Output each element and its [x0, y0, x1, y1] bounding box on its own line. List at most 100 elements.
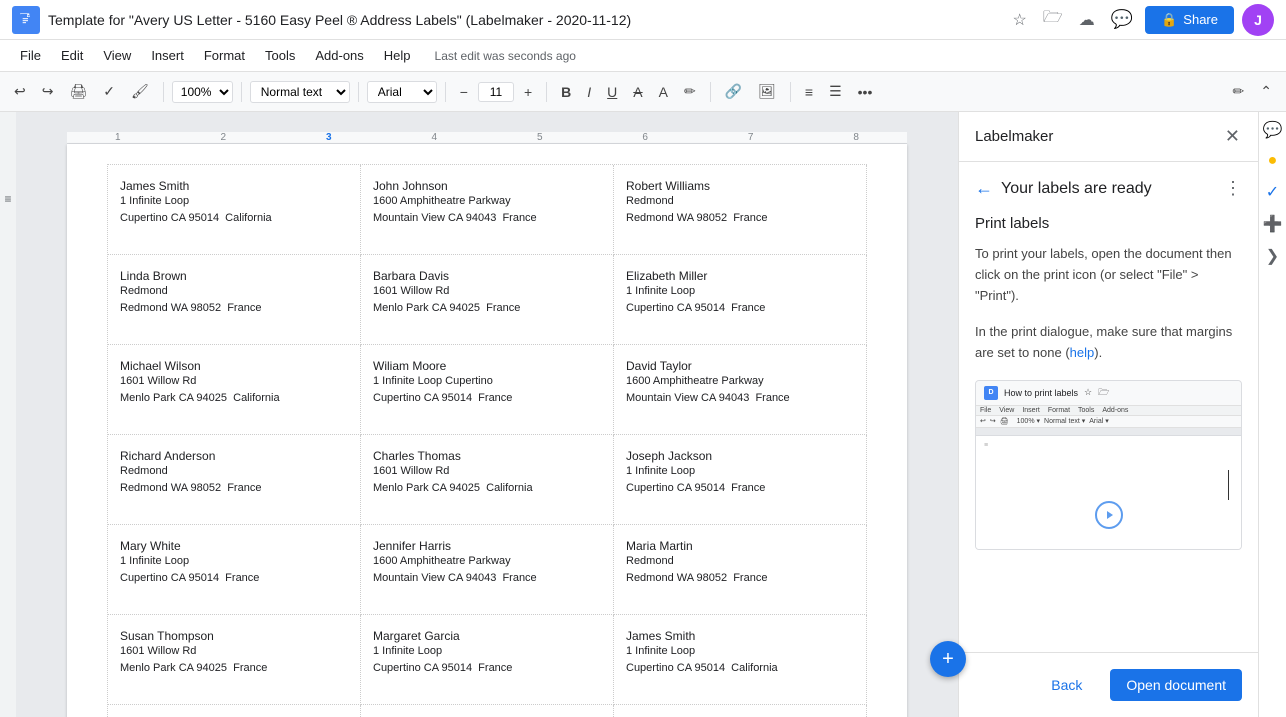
print-desc-1: To print your labels, open the document … [975, 244, 1242, 306]
strikethrough-button[interactable]: A [627, 80, 648, 104]
doc-title: Template for "Avery US Letter - 5160 Eas… [48, 12, 1001, 28]
menu-view[interactable]: View [95, 44, 139, 67]
labelmaker-panel: Labelmaker ✕ ← Your labels are ready ⋮ P… [959, 112, 1258, 717]
separator-5 [546, 82, 547, 102]
add-section-icon[interactable]: ➕ [1263, 214, 1283, 234]
preview-content: ≡ [976, 436, 1241, 549]
side-panel: Labelmaker ✕ ← Your labels are ready ⋮ P… [958, 112, 1258, 717]
print-section: Print labels To print your labels, open … [975, 215, 1242, 364]
label-cell: Charles Thomas 1601 Willow RdMenlo Park … [361, 435, 614, 525]
expand-button[interactable]: ⌃ [1254, 79, 1278, 104]
star-icon[interactable]: ☆ [1009, 6, 1031, 34]
italic-button[interactable]: I [581, 80, 597, 104]
main-content: ≡ 1 2 3 4 5 6 7 8 James Smith 1 Infinite [0, 112, 1286, 717]
menu-help[interactable]: Help [376, 44, 419, 67]
preview-ruler [976, 428, 1241, 436]
list-button[interactable]: ☰ [823, 79, 848, 104]
panel-body: ← Your labels are ready ⋮ Print labels T… [959, 162, 1258, 652]
bold-button[interactable]: B [555, 80, 577, 104]
more-button[interactable]: ••• [852, 80, 879, 104]
preview-toolbar: D How to print labels ☆ 🗁 [976, 381, 1241, 406]
ruler-marks: 1 2 3 4 5 6 7 8 [75, 132, 899, 143]
font-size-input[interactable] [478, 82, 514, 102]
font-size-decrease-button[interactable]: − [454, 80, 474, 104]
label-grid: James Smith 1 Infinite LoopCupertino CA … [107, 164, 867, 717]
separator-1 [163, 82, 164, 102]
chat-icon[interactable]: 💬 [1263, 120, 1283, 140]
align-button[interactable]: ≡ [799, 80, 819, 104]
folder-icon[interactable]: 🗁 [1039, 2, 1067, 37]
link-button[interactable]: 🔗 [719, 79, 748, 104]
style-select[interactable]: Normal text [250, 81, 350, 103]
toolbar: ↩ ↪ 🖨 ✓ 🖌 100% Normal text Arial − + B I… [0, 72, 1286, 112]
text-color-button[interactable]: A [653, 80, 674, 104]
last-edit-text: Last edit was seconds ago [435, 49, 576, 63]
more-options-button[interactable]: ⋮ [1224, 178, 1242, 199]
comments-icon[interactable]: 💬 [1107, 5, 1137, 34]
preview-doc-icon: D [984, 386, 998, 400]
panel-nav: ← Your labels are ready ⋮ [975, 178, 1242, 199]
menu-format[interactable]: Format [196, 44, 253, 67]
label-cell: Wiliam Moore 1 Infinite Loop CupertinoCu… [361, 345, 614, 435]
edit-mode-button[interactable]: ✏ [1227, 79, 1251, 104]
preview-box: D How to print labels ☆ 🗁 File View Inse… [975, 380, 1242, 550]
cloud-icon[interactable]: ☁ [1075, 6, 1099, 34]
separator-4 [445, 82, 446, 102]
menu-edit[interactable]: Edit [53, 44, 91, 67]
label-cell: David Taylor 1600 Amphitheatre ParkwayMo… [614, 345, 867, 435]
menu-insert[interactable]: Insert [143, 44, 192, 67]
label-cell: Robert Williams RedmondRedmond WA 98052 … [614, 165, 867, 255]
label-cell: John Johnson 1600 Amphitheatre ParkwayMo… [361, 165, 614, 255]
right-chevron-icon[interactable]: ❯ [1266, 246, 1279, 266]
menu-tools[interactable]: Tools [257, 44, 303, 67]
underline-button[interactable]: U [601, 80, 623, 104]
image-button[interactable]: 🖼 [752, 79, 782, 104]
back-button[interactable]: Back [1035, 669, 1098, 701]
zoom-select[interactable]: 100% [172, 81, 233, 103]
font-size-increase-button[interactable]: + [518, 80, 538, 104]
blue-check-icon[interactable]: ✓ [1266, 182, 1279, 202]
cursor-area [1095, 501, 1123, 529]
help-link[interactable]: help [1070, 345, 1095, 360]
label-cell: Patricia Jones 1600 Amphitheatre Parkway [614, 705, 867, 717]
label-cell: Barbara Davis 1601 Willow RdMenlo Park C… [361, 255, 614, 345]
menu-bar: File Edit View Insert Format Tools Add-o… [0, 40, 1286, 72]
label-cell: Mary White 1 Infinite LoopCupertino CA 9… [108, 525, 361, 615]
close-panel-button[interactable]: ✕ [1223, 124, 1242, 149]
menu-file[interactable]: File [12, 44, 49, 67]
label-cell: Robert Williams Redmond [361, 705, 614, 717]
label-cell: John Johnson 1600 Amphitheatre Parkway [108, 705, 361, 717]
redo-button[interactable]: ↪ [36, 79, 60, 104]
avatar[interactable]: J [1242, 4, 1274, 36]
open-document-button[interactable]: Open document [1110, 669, 1242, 701]
menu-addons[interactable]: Add-ons [307, 44, 371, 67]
add-float-button[interactable]: + [930, 641, 958, 677]
label-cell: Joseph Jackson 1 Infinite LoopCupertino … [614, 435, 867, 525]
title-icons: ☆ 🗁 ☁ [1009, 2, 1099, 37]
separator-3 [358, 82, 359, 102]
print-button[interactable]: 🖨 [63, 79, 93, 104]
label-cell: Elizabeth Miller 1 Infinite LoopCupertin… [614, 255, 867, 345]
back-nav-button[interactable]: ← [975, 178, 993, 199]
label-cell: James Smith 1 Infinite LoopCupertino CA … [614, 615, 867, 705]
spellcheck-button[interactable]: ✓ [97, 79, 121, 104]
document-area[interactable]: 1 2 3 4 5 6 7 8 James Smith 1 Infinite L… [16, 112, 958, 717]
print-desc-2: In the print dialogue, make sure that ma… [975, 322, 1242, 364]
label-cell: James Smith 1 Infinite LoopCupertino CA … [108, 165, 361, 255]
label-cell: Linda Brown RedmondRedmond WA 98052 Fran… [108, 255, 361, 345]
label-cell: Richard Anderson RedmondRedmond WA 98052… [108, 435, 361, 525]
font-select[interactable]: Arial [367, 81, 437, 103]
margin-list-icon: ≡ [4, 192, 11, 206]
lock-icon: 🔒 [1161, 12, 1177, 28]
label-cell: Susan Thompson 1601 Willow RdMenlo Park … [108, 615, 361, 705]
yellow-circle-icon[interactable]: ● [1268, 152, 1278, 170]
paint-format-button[interactable]: 🖌 [125, 79, 155, 104]
label-cell: Michael Wilson 1601 Willow RdMenlo Park … [108, 345, 361, 435]
label-cell: Jennifer Harris 1600 Amphitheatre Parkwa… [361, 525, 614, 615]
panel-title: Labelmaker [975, 128, 1223, 145]
share-button[interactable]: 🔒 Share [1145, 6, 1234, 34]
doc-icon [12, 6, 40, 34]
undo-button[interactable]: ↩ [8, 79, 32, 104]
panel-header: Labelmaker ✕ [959, 112, 1258, 162]
highlight-button[interactable]: ✏ [678, 79, 702, 104]
